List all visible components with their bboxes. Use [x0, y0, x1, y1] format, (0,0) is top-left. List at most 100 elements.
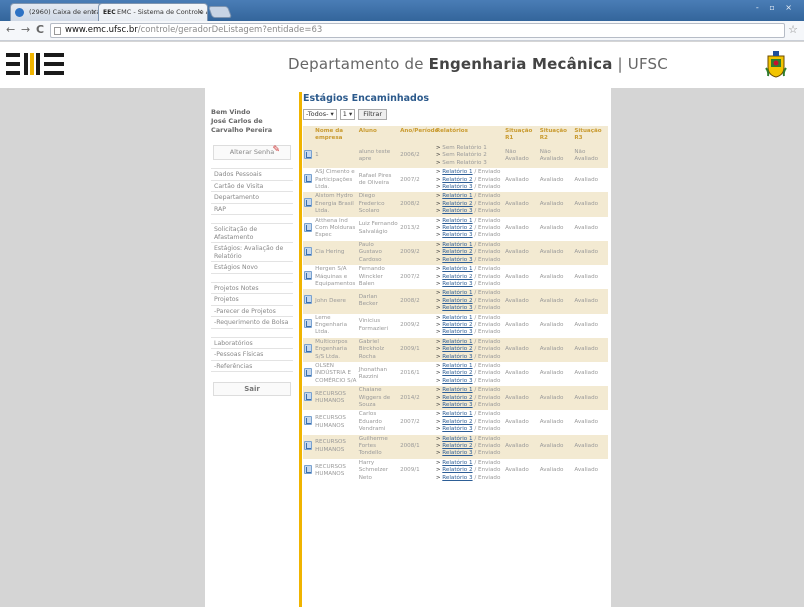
- report-3-link[interactable]: Relatório 3: [442, 354, 472, 360]
- report-2-link[interactable]: Relatório 2: [442, 443, 472, 449]
- report-3-link[interactable]: Relatório 3: [442, 475, 472, 481]
- report-sent-text: Enviado: [478, 256, 501, 263]
- sidebar-item-dados-pessoais[interactable]: Dados Pessoais: [211, 169, 293, 181]
- back-button[interactable]: ←: [6, 23, 15, 37]
- report-sent-text: Enviado: [478, 321, 501, 328]
- logout-button[interactable]: Sair: [213, 382, 291, 396]
- report-3-link[interactable]: Relatório 3: [442, 257, 472, 263]
- report-2-link[interactable]: Relatório 2: [442, 395, 472, 401]
- report-3-link[interactable]: Relatório 3: [442, 450, 472, 456]
- report-3-link[interactable]: Relatório 3: [442, 426, 472, 432]
- document-icon[interactable]: [304, 198, 312, 208]
- document-icon[interactable]: [304, 295, 312, 305]
- document-icon[interactable]: [304, 440, 312, 450]
- address-bar[interactable]: www.emc.ufsc.br/controle/geradorDeListag…: [50, 23, 785, 38]
- sidebar-item-pessoas-fisicas[interactable]: -Pessoas Físicas: [211, 349, 293, 361]
- report-1-link[interactable]: Relatório 1: [442, 460, 472, 466]
- page-select[interactable]: 1 ▾: [339, 109, 356, 120]
- report-1-link[interactable]: Relatório 1: [442, 218, 472, 224]
- report-2-link[interactable]: Relatório 2: [442, 274, 472, 280]
- change-password-button[interactable]: Alterar Senha ✎: [213, 145, 291, 160]
- report-2-link[interactable]: Relatório 2: [442, 322, 472, 328]
- report-1-link[interactable]: Relatório 1: [442, 169, 472, 175]
- sidebar-item-projetos[interactable]: Projetos: [211, 294, 293, 306]
- document-icon[interactable]: [304, 367, 312, 377]
- report-1-link[interactable]: Relatório 1: [442, 193, 472, 199]
- situacao-r3-cell: Avaliado: [573, 458, 608, 484]
- report-1-link[interactable]: Relatório 1: [442, 363, 472, 369]
- report-line: > Relatório 2 / Enviado: [436, 395, 503, 402]
- report-1-link[interactable]: Relatório 1: [442, 242, 472, 248]
- bookmark-star-icon[interactable]: ☆: [788, 23, 798, 36]
- close-tab-icon[interactable]: ×: [197, 4, 203, 20]
- tab-inbox[interactable]: (2960) Caixa de entrada ×: [10, 3, 102, 21]
- document-icon[interactable]: [304, 222, 312, 232]
- arrow-icon: >: [435, 256, 441, 263]
- empresa-cell: RECURSOS HUMANOS: [314, 458, 358, 484]
- report-1-link[interactable]: Relatório 1: [442, 387, 472, 393]
- report-2-link[interactable]: Relatório 2: [442, 370, 472, 376]
- document-icon[interactable]: [304, 149, 312, 159]
- report-2-link[interactable]: Relatório 2: [442, 298, 472, 304]
- reload-button[interactable]: C: [36, 23, 44, 37]
- report-sent-text: Enviado: [478, 249, 501, 256]
- tab-emc[interactable]: EEC EMC - Sistema de Controle A ×: [98, 3, 208, 21]
- report-line: > Relatório 3 / Enviado: [436, 305, 503, 312]
- report-2-link[interactable]: Relatório 2: [442, 249, 472, 255]
- report-1-link[interactable]: Relatório 1: [442, 315, 472, 321]
- document-icon[interactable]: [304, 392, 312, 402]
- report-2-link[interactable]: Relatório 2: [442, 177, 472, 183]
- report-line: > Relatório 1 / Enviado: [436, 387, 503, 394]
- report-3-link[interactable]: Relatório 3: [442, 208, 472, 214]
- report-3-link[interactable]: Relatório 3: [442, 281, 472, 287]
- report-3-link[interactable]: Relatório 3: [442, 305, 472, 311]
- sidebar-item-parecer-projetos[interactable]: -Parecer de Projetos: [211, 306, 293, 317]
- arrow-icon: >: [435, 159, 441, 166]
- forward-button[interactable]: →: [21, 23, 30, 37]
- sidebar-item-laboratorios[interactable]: Laboratórios: [211, 338, 293, 349]
- document-icon[interactable]: [304, 271, 312, 280]
- report-3-link[interactable]: Relatório 3: [442, 232, 472, 238]
- sidebar-item-estagios-novo[interactable]: Estágios Novo: [211, 262, 293, 274]
- sidebar-item-afastamento[interactable]: Solicitação de Afastamento: [211, 224, 293, 243]
- report-2-link[interactable]: Relatório 2: [442, 225, 472, 231]
- report-2-link[interactable]: Relatório 2: [442, 467, 472, 473]
- sidebar-item-referencias[interactable]: -Referências: [211, 361, 293, 372]
- arrow-icon: >: [435, 411, 441, 418]
- document-icon[interactable]: [304, 319, 312, 329]
- report-line: > Relatório 3 / Enviado: [436, 281, 503, 288]
- emc-logo-icon[interactable]: [6, 51, 66, 77]
- report-2-link[interactable]: Relatório 2: [442, 201, 472, 207]
- report-1-link[interactable]: Relatório 1: [442, 290, 472, 296]
- report-1-link[interactable]: Relatório 1: [442, 339, 472, 345]
- sidebar-item-rap[interactable]: RAP: [211, 204, 293, 215]
- document-icon[interactable]: [304, 246, 312, 256]
- report-3-link[interactable]: Relatório 3: [442, 402, 472, 408]
- report-3-link[interactable]: Relatório 3: [442, 378, 472, 384]
- report-3-link[interactable]: Relatório 3: [442, 329, 472, 335]
- report-1-link[interactable]: Relatório 1: [442, 266, 472, 272]
- arrow-icon: >: [435, 329, 441, 336]
- sidebar-item-departamento[interactable]: Departamento: [211, 192, 293, 204]
- document-icon[interactable]: [304, 416, 312, 426]
- arrow-icon: >: [435, 145, 441, 151]
- report-1-link[interactable]: Relatório 1: [442, 436, 472, 442]
- report-3-link[interactable]: Relatório 3: [442, 184, 472, 190]
- sidebar-item-projetos-notes[interactable]: Projetos Notes: [211, 283, 293, 294]
- report-2-link[interactable]: Relatório 2: [442, 346, 472, 352]
- sidebar-item-cartao-de-visita[interactable]: Cartão de Visita: [211, 181, 293, 192]
- sidebar-item-requerimento-bolsa[interactable]: -Requerimento de Bolsa: [211, 317, 293, 329]
- sidebar-item-avaliacao-relatorio[interactable]: Estágios: Avaliação de Relatório: [211, 243, 293, 262]
- document-icon[interactable]: [304, 174, 312, 184]
- status-select[interactable]: -Todos- ▾: [303, 109, 337, 120]
- filter-button[interactable]: Filtrar: [358, 109, 387, 120]
- window-controls[interactable]: - ▫ ×: [756, 3, 796, 12]
- document-icon[interactable]: [304, 464, 312, 474]
- row-icon-cell: [303, 192, 315, 217]
- report-2-link[interactable]: Relatório 2: [442, 419, 472, 425]
- report-1-link[interactable]: Relatório 1: [442, 411, 472, 417]
- document-icon[interactable]: [304, 343, 312, 353]
- new-tab-button[interactable]: [207, 6, 233, 18]
- relatorios-cell: > Relatório 1 / Enviado > Relatório 2 / E…: [434, 386, 505, 411]
- close-tab-icon[interactable]: ×: [91, 4, 97, 20]
